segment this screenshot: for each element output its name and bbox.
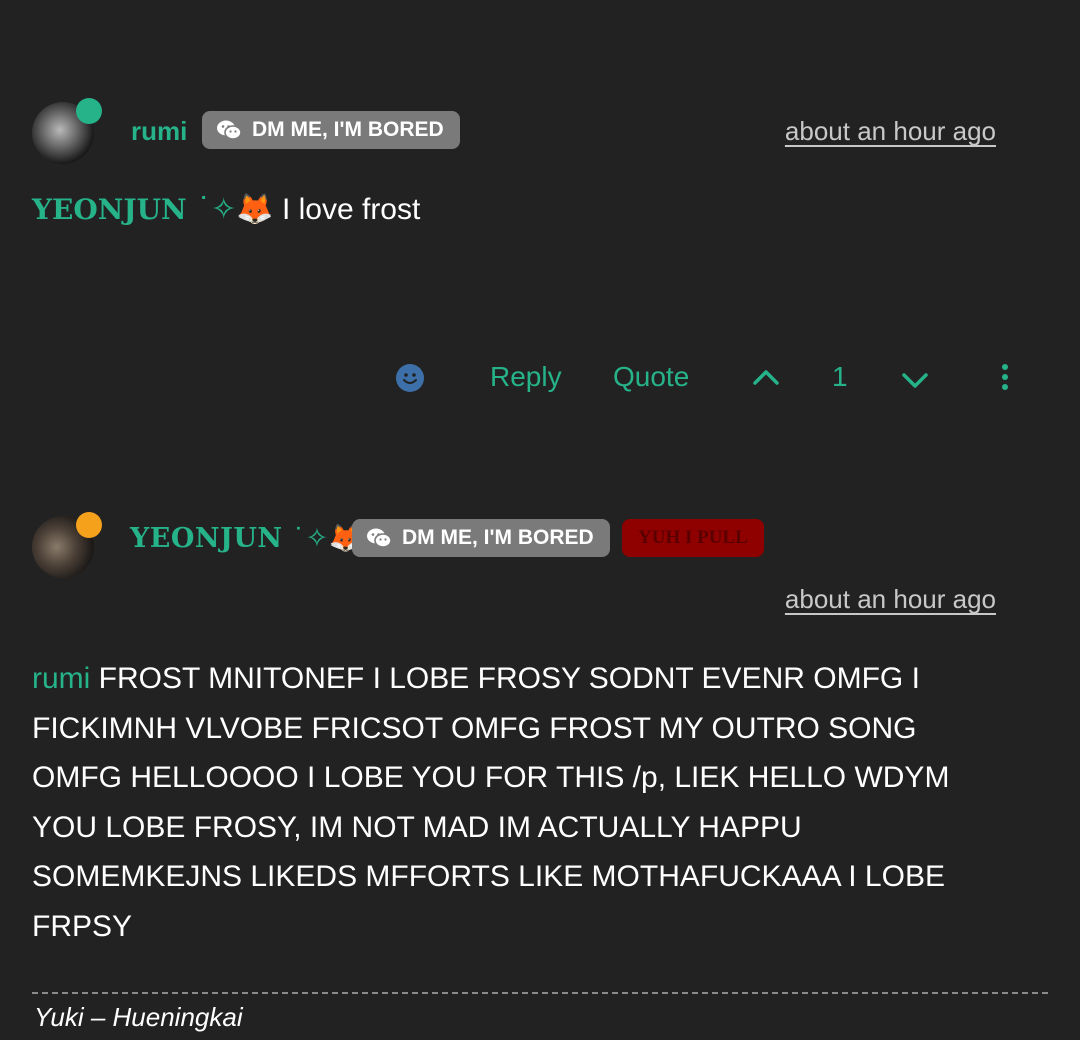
badge-label: YUH I PULL: [638, 527, 748, 548]
comment-author[interactable]: YEONJUN ˙✧🦊: [130, 522, 363, 554]
user-badge: DM ME, I'M BORED: [352, 519, 610, 557]
comment-text-line: FICKIMNH VLVOBE FRICSOT OMFG FROST MY OU…: [32, 711, 917, 745]
wechat-icon: [367, 528, 392, 548]
away-status-dot: [76, 512, 102, 538]
comment-text-line: FROST MNITONEF I LOBE FROSY SODNT EVENR …: [90, 662, 920, 695]
comment-thread: rumi DM ME, I'M BORED about an hour ago …: [0, 0, 1080, 1040]
comment-text-line: FRPSY: [32, 909, 133, 943]
comment-text-line: OMFG HELLOOOO I LOBE YOU FOR THIS /p, LI…: [32, 761, 950, 794]
author-decoration: ˙✧🦊: [282, 523, 363, 554]
user-signature: Yuki – Hueningkai: [34, 1002, 243, 1032]
badge-label: DM ME, I'M BORED: [402, 526, 594, 549]
user-mention[interactable]: rumi: [32, 662, 90, 695]
avatar[interactable]: [32, 512, 102, 578]
author-name: YEONJUN: [130, 523, 283, 554]
comment-text-line: YOU LOBE FROSY, IM NOT MAD IM ACTUALLY H…: [32, 810, 802, 844]
signature-divider: [32, 992, 1048, 994]
comment-text-line: SOMEMKEJNS LIKEDS MFFORTS LIKE MOTHAFUCK…: [32, 860, 945, 893]
comment-body: rumi FROST MNITONEF I LOBE FROSY SODNT E…: [32, 654, 1032, 951]
comment-2: YEONJUN ˙✧🦊 DM ME, I'M BORED YUH I PULL …: [0, 0, 1080, 1040]
comment-timestamp[interactable]: about an hour ago: [785, 584, 996, 615]
custom-badge: YUH I PULL: [622, 519, 764, 557]
